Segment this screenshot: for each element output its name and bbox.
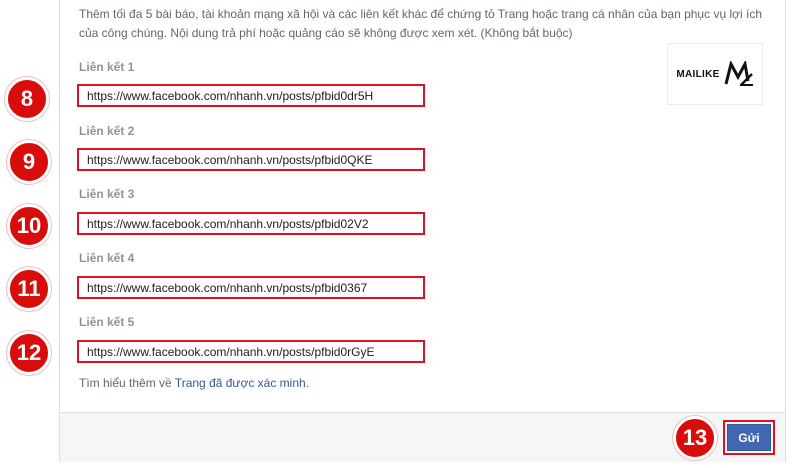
- logo-text: MAILIKE: [676, 68, 720, 80]
- step-8-badge: 8: [5, 77, 49, 121]
- verified-page-link[interactable]: Trang đã được xác minh: [175, 376, 306, 390]
- link-3-input[interactable]: [77, 212, 425, 235]
- link-5-label: Liên kết 5: [79, 315, 135, 329]
- step-10-badge: 10: [7, 204, 51, 248]
- link-3-label: Liên kết 3: [79, 187, 135, 201]
- learn-more-text: Tìm hiểu thêm về Trang đã được xác minh.: [79, 376, 309, 390]
- ml-monogram-icon: [724, 61, 753, 86]
- link-5-input[interactable]: [77, 340, 425, 363]
- step-11-badge: 11: [7, 267, 51, 311]
- step-12-badge: 12: [7, 331, 51, 375]
- step-13-badge: 13: [673, 416, 717, 460]
- link-2-input[interactable]: [77, 148, 425, 171]
- link-4-input[interactable]: [77, 276, 425, 299]
- links-description: Thêm tối đa 5 bài báo, tài khoản mạng xã…: [79, 7, 762, 40]
- mailike-logo: MAILIKE: [667, 43, 763, 105]
- step-9-badge: 9: [7, 140, 51, 184]
- submit-button[interactable]: Gửi: [727, 424, 771, 451]
- link-2-label: Liên kết 2: [79, 124, 135, 138]
- learn-more-prefix: Tìm hiểu thêm về: [79, 376, 175, 390]
- link-1-input[interactable]: [77, 84, 425, 107]
- link-4-label: Liên kết 4: [79, 251, 135, 265]
- learn-more-suffix: .: [305, 376, 310, 390]
- link-1-label: Liên kết 1: [79, 60, 135, 74]
